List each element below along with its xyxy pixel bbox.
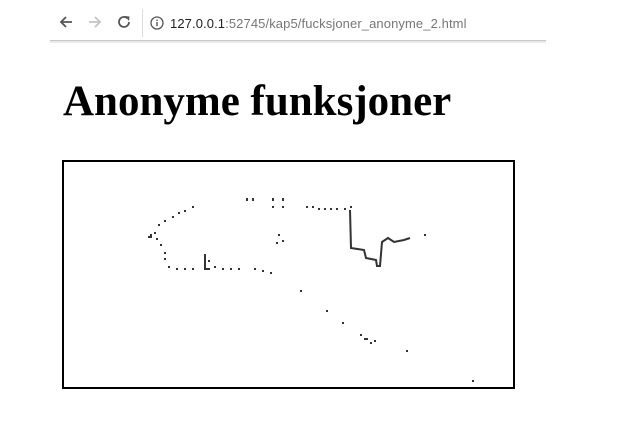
url-path: :52745/kap5/fucksjoner_anonyme_2.html <box>225 15 467 31</box>
url-host: 127.0.0.1 <box>170 15 226 31</box>
info-icon[interactable] <box>150 16 164 30</box>
arrow-left-icon <box>59 16 72 28</box>
reload-button[interactable] <box>114 12 134 32</box>
forward-button[interactable] <box>85 12 105 32</box>
browser-toolbar: 127.0.0.1:52745/kap5/fucksjoner_anonyme_… <box>50 4 547 43</box>
arrow-right-icon <box>89 16 102 28</box>
url-text[interactable]: 127.0.0.1:52745/kap5/fucksjoner_anonyme_… <box>170 16 467 31</box>
address-bar[interactable]: 127.0.0.1:52745/kap5/fucksjoner_anonyme_… <box>142 9 547 37</box>
drawing-canvas[interactable] <box>62 160 515 389</box>
canvas-drawing <box>148 198 474 382</box>
drawing-dots <box>148 198 474 382</box>
reload-icon <box>118 16 130 28</box>
page-title: Anonyme funksjoner <box>63 78 452 125</box>
back-button[interactable] <box>56 12 76 32</box>
